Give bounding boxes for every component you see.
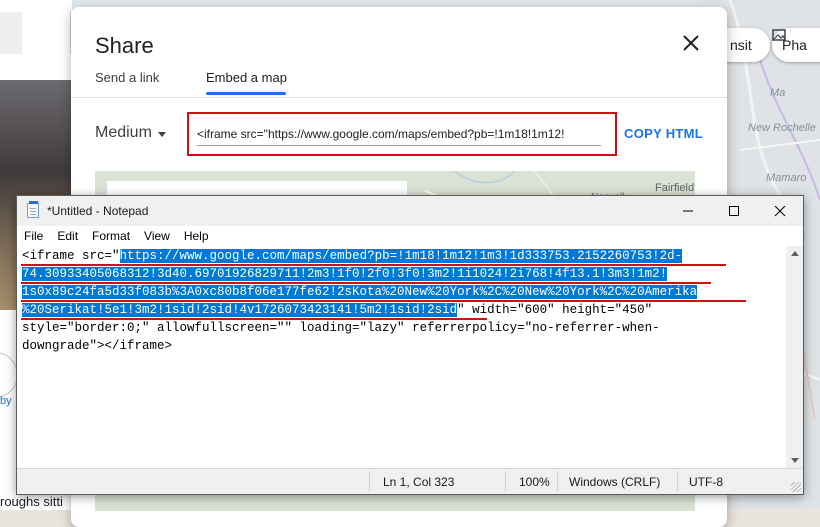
maximize-icon: [729, 206, 739, 216]
code-line: 1s0x89c24fa5d33f083b%3A0xc80b8f06e177fe6…: [22, 285, 698, 299]
selected-text: %20Serikat!5e1!3m2!1sid!2sid!4v172607342…: [22, 303, 458, 317]
menu-format[interactable]: Format: [85, 226, 137, 246]
resize-grip-icon[interactable]: [791, 482, 801, 492]
code-line: 74.30933405068312!3d40.69701926829711!2m…: [22, 267, 668, 281]
background-panel-top: [0, 0, 74, 80]
map-size-dropdown[interactable]: Medium: [95, 124, 166, 142]
tab-divider: [71, 97, 727, 98]
red-underline-annotation: [21, 282, 711, 284]
photo-icon: [772, 29, 786, 41]
red-underline-annotation: [21, 300, 746, 302]
selected-text: https://www.google.com/maps/embed?pb=!1m…: [119, 249, 683, 263]
map-place-label: Mamaro: [766, 172, 807, 184]
notepad-app-icon: [27, 201, 39, 218]
embed-code-highlight: [187, 112, 617, 156]
selected-text: 1s0x89c24fa5d33f083b%3A0xc80b8f06e177fe6…: [22, 285, 698, 299]
map-place-label: Fairfield: [655, 182, 695, 194]
embed-code-field[interactable]: [197, 123, 601, 146]
scroll-down-icon[interactable]: [791, 458, 799, 463]
code-line-prefix: <iframe src=": [22, 249, 120, 263]
code-line: %20Serikat!5e1!3m2!1sid!2sid!4v172607342…: [22, 303, 652, 317]
selected-tab-indicator: [206, 92, 286, 95]
photos-chip[interactable]: Pha: [772, 28, 820, 62]
share-dialog-title: Share: [95, 33, 154, 58]
status-separator: [505, 471, 506, 491]
cursor-position: Ln 1, Col 323: [383, 475, 455, 489]
vertical-scrollbar[interactable]: [786, 246, 803, 468]
notepad-status-bar: Ln 1, Col 323 100% Windows (CRLF) UTF-8: [17, 468, 803, 494]
background-thumbnail: [0, 12, 22, 54]
zoom-level: 100%: [519, 475, 550, 489]
scroll-up-icon[interactable]: [791, 251, 799, 256]
text-encoding: UTF-8: [689, 475, 723, 489]
map-place-label: New Rochelle: [748, 122, 816, 134]
dropdown-arrow-icon: [157, 131, 166, 137]
tab-embed-map[interactable]: Embed a map: [206, 70, 287, 85]
background-side-label: by: [0, 395, 12, 407]
notepad-title-bar[interactable]: *Untitled - Notepad: [17, 196, 803, 226]
red-underline-annotation: [21, 318, 487, 320]
notepad-text-area[interactable]: <iframe src="https://www.google.com/maps…: [17, 246, 785, 468]
map-size-value: Medium: [95, 124, 152, 141]
status-separator: [557, 471, 558, 491]
status-separator: [677, 471, 678, 491]
notepad-window: *Untitled - Notepad File Edit Format Vie…: [16, 195, 804, 495]
minimize-icon: [683, 210, 693, 212]
window-close-button[interactable]: [757, 196, 803, 226]
map-place-label: Ma: [770, 87, 786, 99]
code-line: style="border:0;" allowfullscreen="" loa…: [22, 321, 660, 335]
menu-file[interactable]: File: [17, 226, 50, 246]
status-separator: [369, 471, 370, 491]
background-side-text: roughs sitti: [0, 494, 63, 509]
notepad-menu-bar: File Edit Format View Help: [17, 226, 803, 246]
menu-view[interactable]: View: [137, 226, 177, 246]
red-underline-annotation: [21, 264, 726, 266]
menu-help[interactable]: Help: [177, 226, 216, 246]
maximize-button[interactable]: [711, 196, 757, 226]
code-line: <iframe src="https://www.google.com/maps…: [22, 249, 683, 263]
line-ending: Windows (CRLF): [569, 475, 661, 489]
transit-chip-label: nsit: [730, 37, 752, 53]
close-icon: [774, 205, 786, 217]
tab-send-link[interactable]: Send a link: [95, 70, 159, 85]
selected-text: 74.30933405068312!3d40.69701926829711!2m…: [22, 267, 668, 281]
code-line-suffix: " width="600" height="450": [457, 303, 653, 317]
code-line: downgrade"></iframe>: [22, 339, 173, 353]
minimize-button[interactable]: [665, 196, 711, 226]
close-button[interactable]: [681, 33, 701, 53]
close-icon: [683, 35, 699, 51]
copy-html-button[interactable]: COPY HTML: [624, 126, 703, 141]
notepad-title: *Untitled - Notepad: [47, 204, 149, 218]
menu-edit[interactable]: Edit: [50, 226, 85, 246]
